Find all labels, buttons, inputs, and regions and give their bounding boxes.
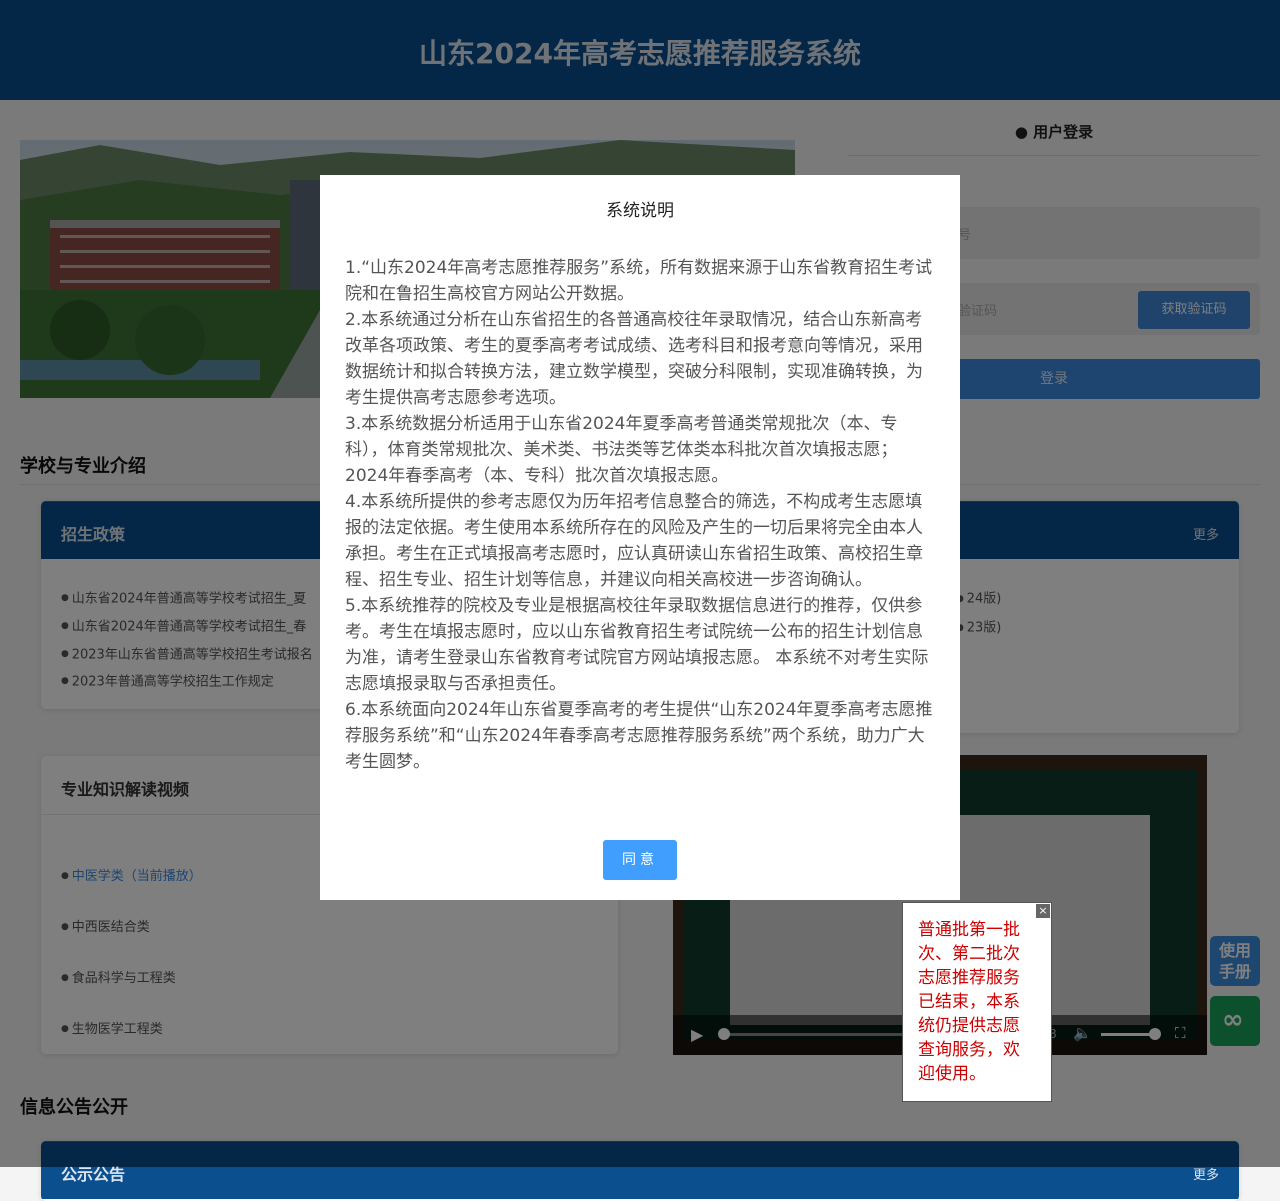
dialog-paragraph: 2.本系统通过分析在山东省招生的各普通高校往年录取情况，结合山东新高考改革各项政…: [345, 310, 923, 408]
dialog-paragraph: 5.本系统推荐的院校及专业是根据高校往年录取数据信息进行的推荐，仅供参考。考生在…: [345, 596, 929, 694]
agree-button[interactable]: 同意: [603, 840, 677, 880]
notice-text: 普通批第一批次、第二批次志愿推荐服务已结束，本系统仍提供志愿查询服务，欢迎使用。: [918, 920, 1020, 1084]
dialog-title: 系统说明: [606, 201, 674, 221]
dialog-paragraph: 6.本系统面向2024年山东省夏季高考的考生提供“山东2024年夏季高考志愿推荐…: [345, 700, 933, 772]
close-icon[interactable]: ×: [1036, 904, 1050, 918]
system-notice-dialog: 系统说明 1.“山东2024年高考志愿推荐服务”系统，所有数据来源于山东省教育招…: [320, 175, 960, 900]
dialog-paragraph: 3.本系统数据分析适用于山东省2024年夏季高考普通类常规批次（本、专科），体育…: [345, 414, 898, 486]
notice-popup: × 普通批第一批次、第二批次志愿推荐服务已结束，本系统仍提供志愿查询服务，欢迎使…: [902, 902, 1052, 1102]
dialog-body: 1.“山东2024年高考志愿推荐服务”系统，所有数据来源于山东省教育招生考试院和…: [345, 255, 935, 775]
dialog-paragraph: 1.“山东2024年高考志愿推荐服务”系统，所有数据来源于山东省教育招生考试院和…: [345, 258, 933, 304]
dialog-paragraph: 4.本系统所提供的参考志愿仅为历年招考信息整合的筛选，不构成考生志愿填报的法定依…: [345, 492, 923, 590]
